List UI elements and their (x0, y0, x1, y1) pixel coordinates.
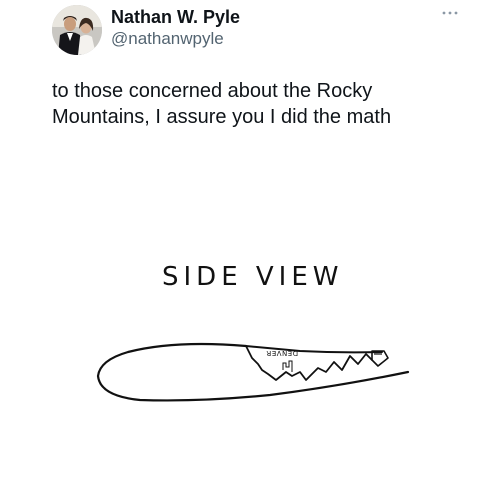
tweet-text: to those concerned about the Rocky Mount… (52, 78, 452, 130)
city-label: DENVER (266, 349, 298, 357)
tweet-text-line-1: to those concerned about the Rocky (52, 80, 373, 102)
author-display-name[interactable]: Nathan W. Pyle (111, 6, 240, 28)
fuselage-nose (371, 350, 389, 367)
drawing-title: SIDE VIEW (162, 262, 343, 292)
author-avatar[interactable] (52, 5, 102, 55)
author-info: Nathan W. Pyle @nathanwpyle (111, 6, 240, 50)
tweet-image-drawing[interactable]: SIDE VIEW DENVER (0, 230, 500, 430)
denver-skyline (282, 360, 293, 372)
profile-photo-icon (52, 5, 102, 55)
author-handle[interactable]: @nathanwpyle (111, 28, 240, 50)
tweet-text-line-2: Mountains, I assure you I did the math (52, 106, 392, 128)
tweet-card: Nathan W. Pyle @nathanwpyle to those con… (0, 0, 500, 501)
more-options-button[interactable] (438, 6, 462, 20)
more-horizontal-icon (442, 11, 458, 15)
